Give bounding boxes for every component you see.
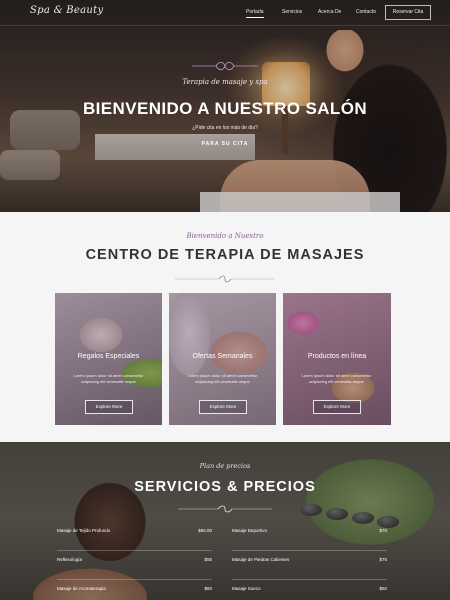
- service-name: Masaje Deportivo: [232, 528, 268, 533]
- prices-section: Plan de precios SERVICIOS & PRECIOS Masa…: [0, 442, 450, 600]
- card-title: Ofertas Semanales: [192, 353, 253, 360]
- hero-section: Spa & Beauty Portada Servicios Acerca De…: [0, 0, 450, 212]
- nav-item-servicios[interactable]: Servicios: [282, 9, 302, 15]
- card-text: Lorem ipsum dolor sit amet consectetur a…: [301, 373, 372, 384]
- service-price: $60: [204, 586, 212, 591]
- explore-more-button[interactable]: Explore More: [199, 400, 247, 414]
- price-row: Masaje de Aromaterapia $60: [57, 580, 212, 600]
- service-price: $65.00: [198, 528, 212, 533]
- logo[interactable]: Spa & Beauty: [30, 5, 103, 16]
- hero-script-text: Terapia de masaje y spa: [182, 78, 268, 86]
- service-name: Reflexología: [57, 557, 83, 562]
- navbar: Spa & Beauty Portada Servicios Acerca De…: [0, 0, 450, 26]
- hot-stone-image: [300, 504, 322, 516]
- card-text: Lorem ipsum dolor sit amet consectetur a…: [73, 373, 144, 384]
- price-row: Reflexología $55: [57, 551, 212, 580]
- card-regalos: Regalos Especiales Lorem ipsum dolor sit…: [55, 293, 162, 425]
- hero-title: BIENVENIDO A NUESTRO SALÓN: [83, 99, 367, 118]
- price-row: Masaje Sueco $50: [232, 580, 387, 600]
- service-price: $70: [379, 528, 387, 533]
- service-price: $75: [379, 557, 387, 562]
- card-ofertas: Ofertas Semanales Lorem ipsum dolor sit …: [169, 293, 276, 425]
- service-price: $50: [379, 586, 387, 591]
- price-list-left: Masaje de Tejido Profundo $65.00 Reflexo…: [57, 522, 212, 600]
- divider-ornament-icon: [178, 505, 272, 513]
- prices-title: SERVICIOS & PRECIOS: [134, 479, 316, 495]
- feature-cards: Regalos Especiales Lorem ipsum dolor sit…: [55, 293, 395, 425]
- service-name: Masaje de Tejido Profundo: [57, 528, 111, 533]
- price-row: Masaje de Tejido Profundo $65.00: [57, 522, 212, 551]
- card-productos: Productos en línea Lorem ipsum dolor sit…: [283, 293, 391, 425]
- intro-section: Bienvenido a Nuestro CENTRO DE TERAPIA D…: [0, 212, 450, 442]
- service-name: Masaje de Aromaterapia: [57, 586, 106, 591]
- card-title: Regalos Especiales: [77, 353, 140, 360]
- intro-script-text: Bienvenido a Nuestro: [186, 232, 264, 240]
- prices-script-text: Plan de precios: [199, 462, 251, 470]
- price-list-right: Masaje Deportivo $70 Masaje de Piedras C…: [232, 522, 387, 600]
- nav-item-acerca-de[interactable]: Acerca De: [318, 9, 341, 15]
- service-name: Masaje de Piedras Calientes: [232, 557, 290, 562]
- hot-stone-image: [326, 508, 348, 520]
- flourish-ornament-icon: [192, 61, 258, 71]
- card-title: Productos en línea: [307, 353, 367, 360]
- price-row: Masaje Deportivo $70: [232, 522, 387, 551]
- hero-appointment-link[interactable]: PARA SU CITA: [0, 141, 450, 147]
- nav-item-contacto[interactable]: Contacto: [356, 9, 376, 15]
- price-row: Masaje de Piedras Calientes $75: [232, 551, 387, 580]
- book-appointment-button[interactable]: Reservar Cita: [385, 5, 431, 20]
- hero-subtitle: ¿Pide cita en los más de dia?: [192, 125, 258, 131]
- service-price: $55: [204, 557, 212, 562]
- nav-item-portada[interactable]: Portada: [246, 9, 264, 18]
- card-text: Lorem ipsum dolor sit amet consectetur a…: [187, 373, 258, 384]
- service-name: Masaje Sueco: [232, 586, 261, 591]
- divider-ornament-icon: [175, 275, 275, 283]
- intro-title: CENTRO DE TERAPIA DE MASAJES: [85, 247, 365, 263]
- explore-more-button[interactable]: Explore More: [85, 400, 133, 414]
- explore-more-button[interactable]: Explore More: [313, 400, 361, 414]
